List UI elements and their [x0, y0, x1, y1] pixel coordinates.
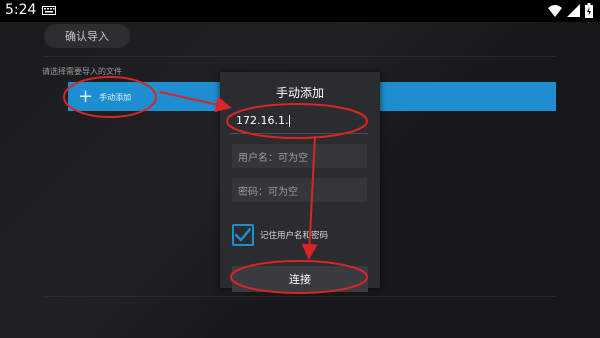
signal-icon [567, 4, 580, 17]
manual-add-label: 手动添加 [99, 92, 132, 102]
password-field[interactable]: 密码：可为空 [232, 178, 367, 202]
username-field[interactable]: 用户名：可为空 [232, 144, 367, 168]
ip-address-input[interactable]: 172.16.1. [230, 108, 368, 134]
plus-icon: + [78, 86, 94, 107]
remember-credentials-row[interactable]: 记住用户名和密码 [232, 224, 328, 246]
status-time: 5:24 [5, 2, 37, 18]
remember-label: 记住用户名和密码 [260, 231, 329, 241]
battery-icon [585, 3, 593, 18]
connect-button[interactable]: 连接 [232, 266, 368, 292]
remember-checkbox[interactable] [232, 224, 254, 246]
dialog-title: 手动添加 [275, 86, 324, 100]
keyboard-icon [42, 6, 56, 15]
checkmark-icon [235, 228, 251, 242]
manual-add-dialog: 手动添加 172.16.1. 用户名：可为空 密码：可为空 记住用户名和密码 连… [220, 72, 380, 292]
status-bar: 5:24 [0, 0, 600, 22]
divider [44, 56, 556, 57]
ip-address-value: 172.16.1. [236, 114, 289, 127]
wifi-icon [548, 5, 562, 17]
text-caret [289, 114, 291, 127]
divider [44, 296, 556, 297]
confirm-import-button[interactable]: 确认导入 [44, 24, 130, 48]
manual-add-button[interactable]: + 手动添加 [78, 86, 131, 108]
select-file-label: 请选择需要导入的文件 [42, 67, 122, 76]
